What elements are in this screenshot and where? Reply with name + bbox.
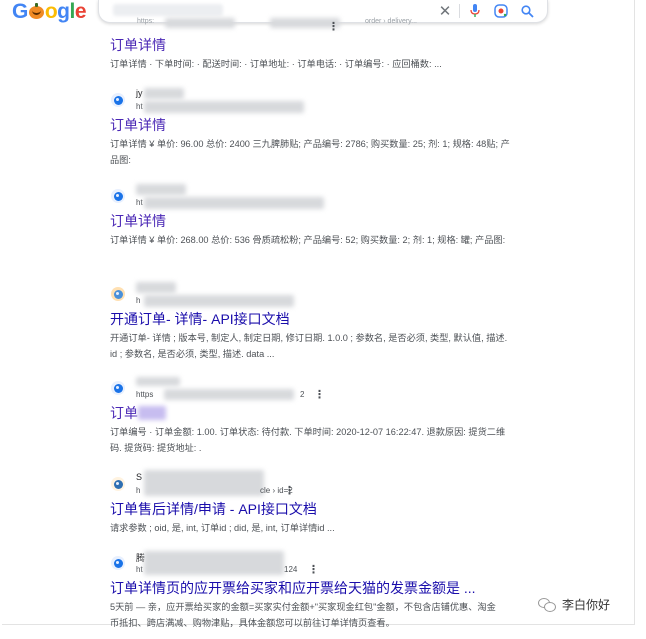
result-source[interactable]: ht: [110, 184, 510, 212]
microphone-icon[interactable]: [467, 3, 483, 19]
result-snippet: 5天前 — 亲，应开票给买家的金额=买家实付金额+"买家现金红包"金额，不包含店…: [110, 602, 496, 628]
result-url-tail: order › delivery...: [365, 18, 417, 25]
globe-icon: [111, 93, 125, 107]
search-divider: [459, 4, 460, 18]
result-snippet: 订单详情 ¥ 单价: 268.00 总价: 536 骨质疏松粉; 产品编号: 5…: [110, 235, 506, 245]
globe-icon: [111, 556, 125, 570]
result-url: https:: [137, 18, 155, 25]
search-result: ht 订单详情 订单详情 ¥ 单价: 268.00 总价: 536 骨质疏松粉;…: [110, 184, 510, 249]
logo-letter: e: [74, 0, 87, 23]
more-options-icon[interactable]: ⋮: [308, 565, 319, 576]
more-options-icon[interactable]: ⋮: [284, 486, 295, 497]
logo-letter: G: [12, 0, 28, 23]
more-options-icon[interactable]: ⋮: [314, 390, 325, 401]
result-title[interactable]: 订单售后详情/申请 - API接口文档: [110, 500, 510, 518]
result-title[interactable]: 开通订单- 详情- API接口文档: [110, 310, 510, 328]
result-title[interactable]: 订单详情页的应开票给买家和应开票给天猫的发票金额是 ...: [110, 579, 510, 597]
more-options-icon[interactable]: ⋮: [328, 22, 339, 33]
result-snippet: 开通订单- 详情 ; 版本号, 制定人, 制定日期, 修订日期. 1.0.0 ;…: [110, 333, 508, 359]
result-snippet: 订单编号 · 订单金额: 1.00. 订单状态: 待付款. 下单时间: 2020…: [110, 427, 506, 453]
globe-icon: [111, 189, 125, 203]
result-snippet: 订单详情 · 下单时间: · 配送时间: · 订单地址: · 订单电话: · 订…: [110, 59, 442, 69]
search-result: h 开通订单- 详情- API接口文档 开通订单- 详情 ; 版本号, 制定人,…: [110, 282, 510, 362]
search-result: 腾 ht 124 ⋮ 订单详情页的应开票给买家和应开票给天猫的发票金额是 ...…: [110, 551, 510, 631]
search-result: jy ht 订单详情 订单详情 ¥ 单价: 96.00 总价: 2400 三九脾…: [110, 88, 510, 168]
result-snippet: 请求参数 ; oid, 是, int, 订单id ; did, 是, int, …: [110, 523, 335, 533]
wechat-watermark: 李白你好: [538, 595, 610, 613]
result-url: https: [136, 390, 154, 399]
result-url-tail: 2: [300, 390, 305, 399]
google-lens-icon[interactable]: [493, 3, 509, 19]
search-result: https 2 ⋮ 订单 订单编号 · 订单金额: 1.00. 订单状态: 待付…: [110, 376, 510, 456]
result-url: ht: [136, 565, 143, 574]
result-url: ht: [136, 198, 143, 207]
search-result: https: order › delivery... ⋮ 订单详情 订单详情 ·…: [110, 18, 510, 73]
result-url: ht: [136, 102, 143, 111]
logo-letter: g: [57, 0, 70, 23]
result-url: h: [136, 296, 141, 305]
result-title[interactable]: 订单详情: [110, 36, 510, 54]
result-title[interactable]: 订单: [110, 404, 510, 422]
result-url: h: [136, 486, 141, 495]
result-source[interactable]: h: [110, 282, 510, 310]
result-source[interactable]: S h cle › id=2 ⋮: [110, 470, 510, 500]
result-title[interactable]: 订单详情: [110, 212, 510, 230]
google-doodle-logo[interactable]: Gogle: [12, 0, 87, 23]
result-source[interactable]: 腾 ht 124 ⋮: [110, 551, 510, 579]
pumpkin-icon: [28, 3, 44, 19]
search-icon[interactable]: [519, 3, 535, 19]
close-icon[interactable]: ✕: [437, 3, 453, 20]
result-source[interactable]: jy ht: [110, 88, 510, 116]
search-input-redacted[interactable]: [113, 4, 223, 16]
globe-icon: [111, 381, 125, 395]
site-logo-icon: [111, 477, 125, 491]
site-name: S: [136, 472, 143, 482]
wechat-icon: [538, 597, 556, 612]
watermark-text: 李白你好: [562, 598, 611, 612]
search-result: S h cle › id=2 ⋮ 订单售后详情/申请 - API接口文档 请求参…: [110, 470, 510, 537]
site-name: jy: [136, 88, 143, 98]
result-source[interactable]: https 2 ⋮: [110, 376, 510, 404]
result-title[interactable]: 订单详情: [110, 116, 510, 134]
logo-letter: o: [44, 0, 58, 23]
site-logo-icon: [111, 287, 125, 301]
result-url-tail: 124: [284, 565, 298, 574]
result-snippet: 订单详情 ¥ 单价: 96.00 总价: 2400 三九脾肺贴; 产品编号: 2…: [110, 139, 510, 165]
